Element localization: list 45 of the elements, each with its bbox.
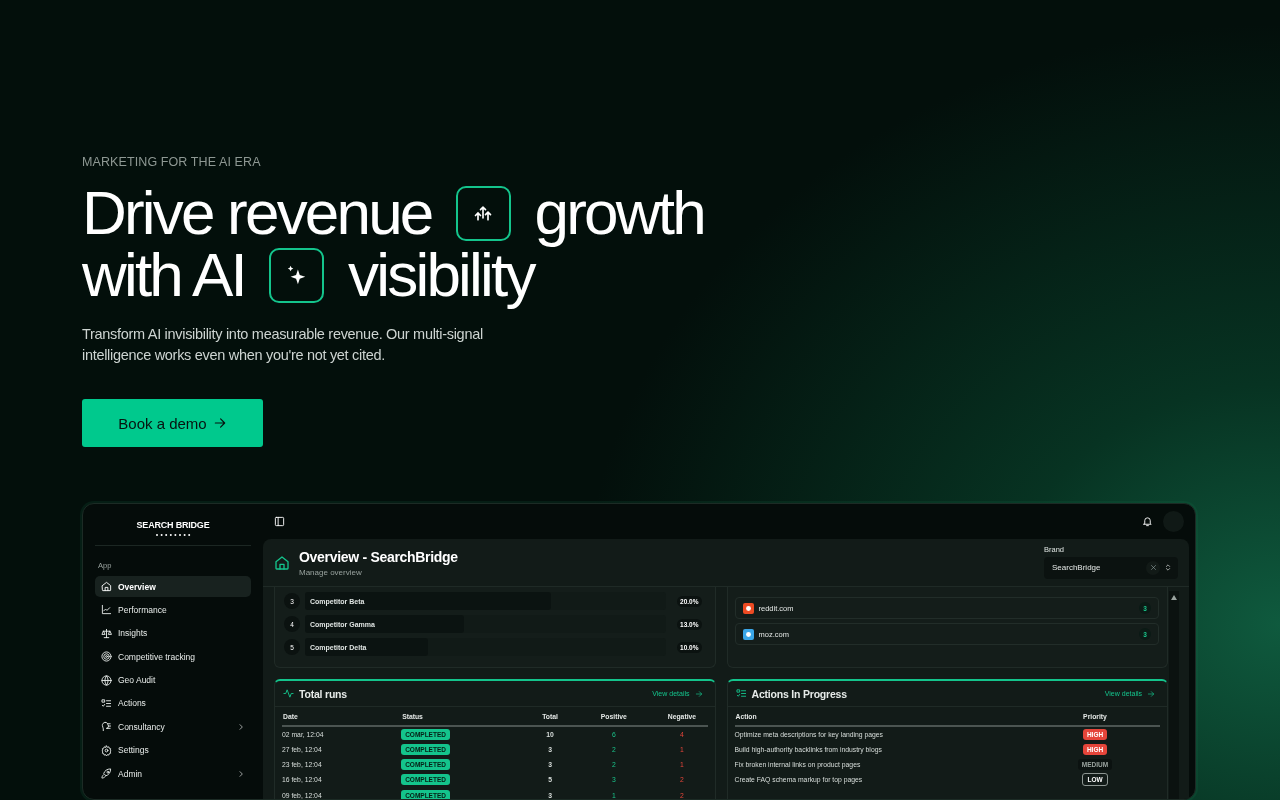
headline-text: Drive revenue: [82, 182, 432, 244]
sidebar-item[interactable]: Overview: [95, 576, 251, 597]
settings-icon: [101, 744, 112, 756]
home-icon: [101, 581, 112, 592]
bell-icon[interactable]: [1142, 516, 1153, 527]
logo-text: SEARCH BRIDGE: [136, 520, 210, 530]
card-title: Actions In Progress: [751, 687, 848, 700]
dots-icon: [155, 533, 191, 537]
arrow-right-icon: [694, 689, 703, 698]
scrollbar[interactable]: [1169, 591, 1179, 799]
sidebar-item[interactable]: Geo Audit: [95, 669, 251, 691]
sidebar-item[interactable]: Insights: [95, 622, 251, 644]
close-icon: [1149, 564, 1157, 571]
checklist-icon: [735, 688, 747, 699]
sidebar-item[interactable]: Actions: [95, 692, 251, 714]
arrows-up-icon: [455, 185, 511, 241]
sidebar-item[interactable]: Consultancy: [95, 716, 251, 738]
rocket-icon: [101, 768, 112, 780]
brand-select[interactable]: SearchBridge: [1044, 556, 1178, 579]
activity-icon: [283, 688, 294, 699]
home-icon: [274, 554, 290, 571]
eyebrow-text: MARKETING FOR THE AI ERA: [82, 155, 261, 169]
sparkle-icon: [269, 247, 325, 303]
checklist-icon: [101, 697, 112, 709]
chart-icon: [101, 604, 112, 616]
headline-text: with AI: [82, 244, 246, 306]
sidebar-item[interactable]: Admin: [95, 763, 251, 785]
book-demo-button[interactable]: Book a demo: [82, 399, 263, 447]
page-subtitle: Manage overview: [299, 567, 363, 577]
clear-button[interactable]: [1146, 560, 1160, 575]
sidebar-item[interactable]: Performance: [95, 599, 251, 621]
sidebar-toggle-icon[interactable]: [274, 516, 285, 527]
arrow-right-icon: [212, 416, 227, 430]
globe-icon: [101, 674, 112, 686]
up-down-icon: [1164, 563, 1172, 572]
page-title: Overview - SearchBridge: [299, 548, 459, 565]
sidebar-item[interactable]: Settings: [95, 739, 251, 761]
subtitle-text: Transform AI invisibility into measurable revenue. Our multi-signal intelligence works even when you're not yet cited.: [82, 325, 484, 365]
target-icon: [101, 651, 112, 663]
head-icon: [101, 721, 112, 733]
arrow-right-icon: [1147, 689, 1155, 698]
card-title: Total runs: [299, 687, 348, 700]
scales-icon: [101, 627, 112, 639]
sidebar-item[interactable]: Competitive tracking: [95, 646, 251, 668]
scroll-up-icon: [1171, 595, 1177, 600]
